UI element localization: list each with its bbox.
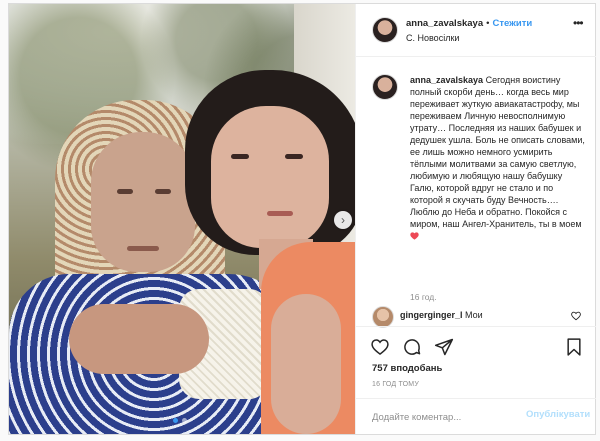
caption-username[interactable]: anna_zavalskaya — [410, 75, 483, 85]
location-link[interactable]: С. Новосілки — [406, 33, 459, 43]
comment-icon[interactable] — [402, 337, 422, 357]
grandmother-face — [91, 132, 195, 272]
post-date[interactable]: 16 ГОД ТОМУ — [372, 381, 419, 388]
post-header: anna_zavalskaya • Стежити С. Новосілки ••• — [356, 4, 596, 57]
bookmark-icon[interactable] — [564, 337, 584, 357]
grandmother-eye — [155, 189, 171, 194]
carousel-dot-active — [173, 418, 178, 423]
comment-username[interactable]: gingerginger_l — [400, 310, 463, 320]
post-side-panel: anna_zavalskaya • Стежити С. Новосілки •••… — [355, 4, 596, 434]
more-icon[interactable]: ••• — [573, 16, 584, 30]
comment-heart-icon[interactable] — [571, 311, 581, 321]
comment-item: gingerginger_l Мои — [356, 304, 596, 328]
woman-eye — [231, 154, 249, 159]
avatar[interactable] — [372, 306, 394, 328]
woman-eye — [285, 154, 303, 159]
grandmother-mouth — [127, 246, 159, 251]
carousel-next-button[interactable]: › — [334, 211, 352, 229]
caption-section: anna_zavalskaya Сегодня воистину полный … — [356, 58, 596, 323]
caption-body: Сегодня воистину полный скорби день… ког… — [410, 75, 585, 229]
header-user-line: anna_zavalskaya • Стежити — [406, 18, 532, 29]
caption-time: 16 год. — [410, 292, 437, 302]
add-comment-box: Опублікувати — [356, 398, 596, 434]
woman-face — [211, 106, 329, 248]
publish-button[interactable]: Опублікувати — [526, 409, 590, 420]
avatar[interactable] — [372, 74, 398, 100]
caption-text: anna_zavalskaya Сегодня воистину полный … — [410, 74, 588, 242]
comment-body: Мои — [465, 310, 483, 320]
post-photo[interactable]: › — [9, 4, 355, 434]
grandmother-hand — [69, 304, 209, 374]
share-icon[interactable] — [434, 337, 454, 357]
carousel-dot — [182, 418, 187, 423]
woman-arm — [271, 294, 341, 434]
comment-input[interactable] — [372, 409, 522, 425]
heart-emoji-icon — [410, 232, 419, 240]
action-bar — [356, 326, 596, 362]
follow-button[interactable]: Стежити — [492, 18, 532, 29]
comment-text: gingerginger_l Мои — [400, 310, 483, 320]
avatar[interactable] — [372, 17, 398, 43]
instagram-post: › anna_zavalskaya • Стежити С. Новосілки •… — [8, 3, 596, 435]
separator-dot: • — [486, 18, 490, 29]
header-username[interactable]: anna_zavalskaya — [406, 18, 483, 29]
grandmother-eye — [117, 189, 133, 194]
next-arrow-icon: › — [341, 213, 345, 227]
carousel-dots — [173, 418, 187, 423]
likes-count[interactable]: 757 вподобань — [372, 363, 442, 374]
woman-mouth — [267, 211, 293, 216]
heart-icon[interactable] — [370, 337, 390, 357]
